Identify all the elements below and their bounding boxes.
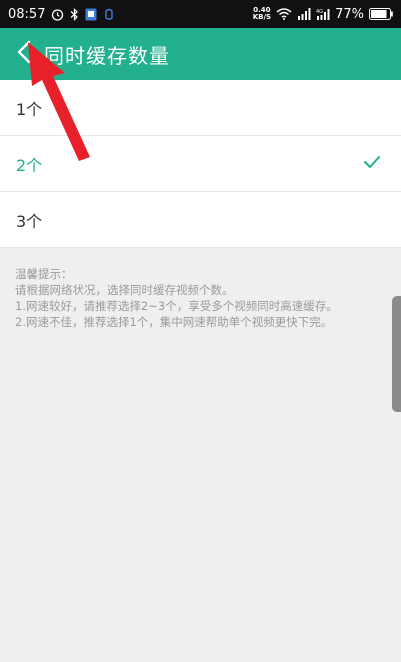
battery-icon bbox=[369, 8, 393, 20]
app-bar: 同时缓存数量 bbox=[0, 28, 401, 80]
network-speed: 0.40 KB/S bbox=[253, 7, 271, 21]
signal-icon bbox=[297, 8, 311, 20]
battery-percent: 77% bbox=[335, 6, 364, 22]
scroll-handle[interactable] bbox=[392, 296, 401, 412]
svg-text:4G: 4G bbox=[316, 9, 323, 15]
cache-count-options: 1个 2个 3个 bbox=[0, 80, 401, 248]
hint-heading: 温馨提示： bbox=[15, 267, 73, 281]
status-bar: 08:57 0.40 KB/S 4G 77% bbox=[0, 0, 401, 28]
hint-line: 1.网速较好，请推荐选择2~3个，享受多个视频同时高速缓存。 bbox=[15, 299, 338, 313]
alarm-icon bbox=[51, 8, 64, 21]
wifi-icon bbox=[276, 8, 292, 20]
network-speed-unit: KB/S bbox=[252, 13, 272, 21]
option-1[interactable]: 1个 bbox=[0, 80, 401, 136]
back-button[interactable] bbox=[4, 28, 44, 80]
hint-line: 2.网速不佳，推荐选择1个，集中网速帮助单个视频更快下完。 bbox=[15, 315, 333, 329]
signal-4g-icon: 4G bbox=[316, 8, 330, 20]
status-time: 08:57 bbox=[8, 6, 46, 22]
page-title: 同时缓存数量 bbox=[44, 43, 170, 68]
hint-line: 请根据网络状况，选择同时缓存视频个数。 bbox=[15, 283, 234, 297]
hint-text: 温馨提示： 请根据网络状况，选择同时缓存视频个数。 1.网速较好，请推荐选择2~… bbox=[15, 266, 385, 330]
option-2[interactable]: 2个 bbox=[0, 136, 401, 192]
option-label: 2个 bbox=[16, 155, 43, 175]
option-label: 3个 bbox=[16, 211, 43, 231]
option-3[interactable]: 3个 bbox=[0, 192, 401, 248]
ring-notification-icon bbox=[103, 8, 115, 21]
app-notification-icon bbox=[85, 8, 97, 21]
option-label: 1个 bbox=[16, 99, 43, 119]
bluetooth-icon bbox=[70, 7, 79, 21]
chevron-left-icon bbox=[17, 40, 31, 68]
checkmark-icon bbox=[363, 154, 381, 173]
